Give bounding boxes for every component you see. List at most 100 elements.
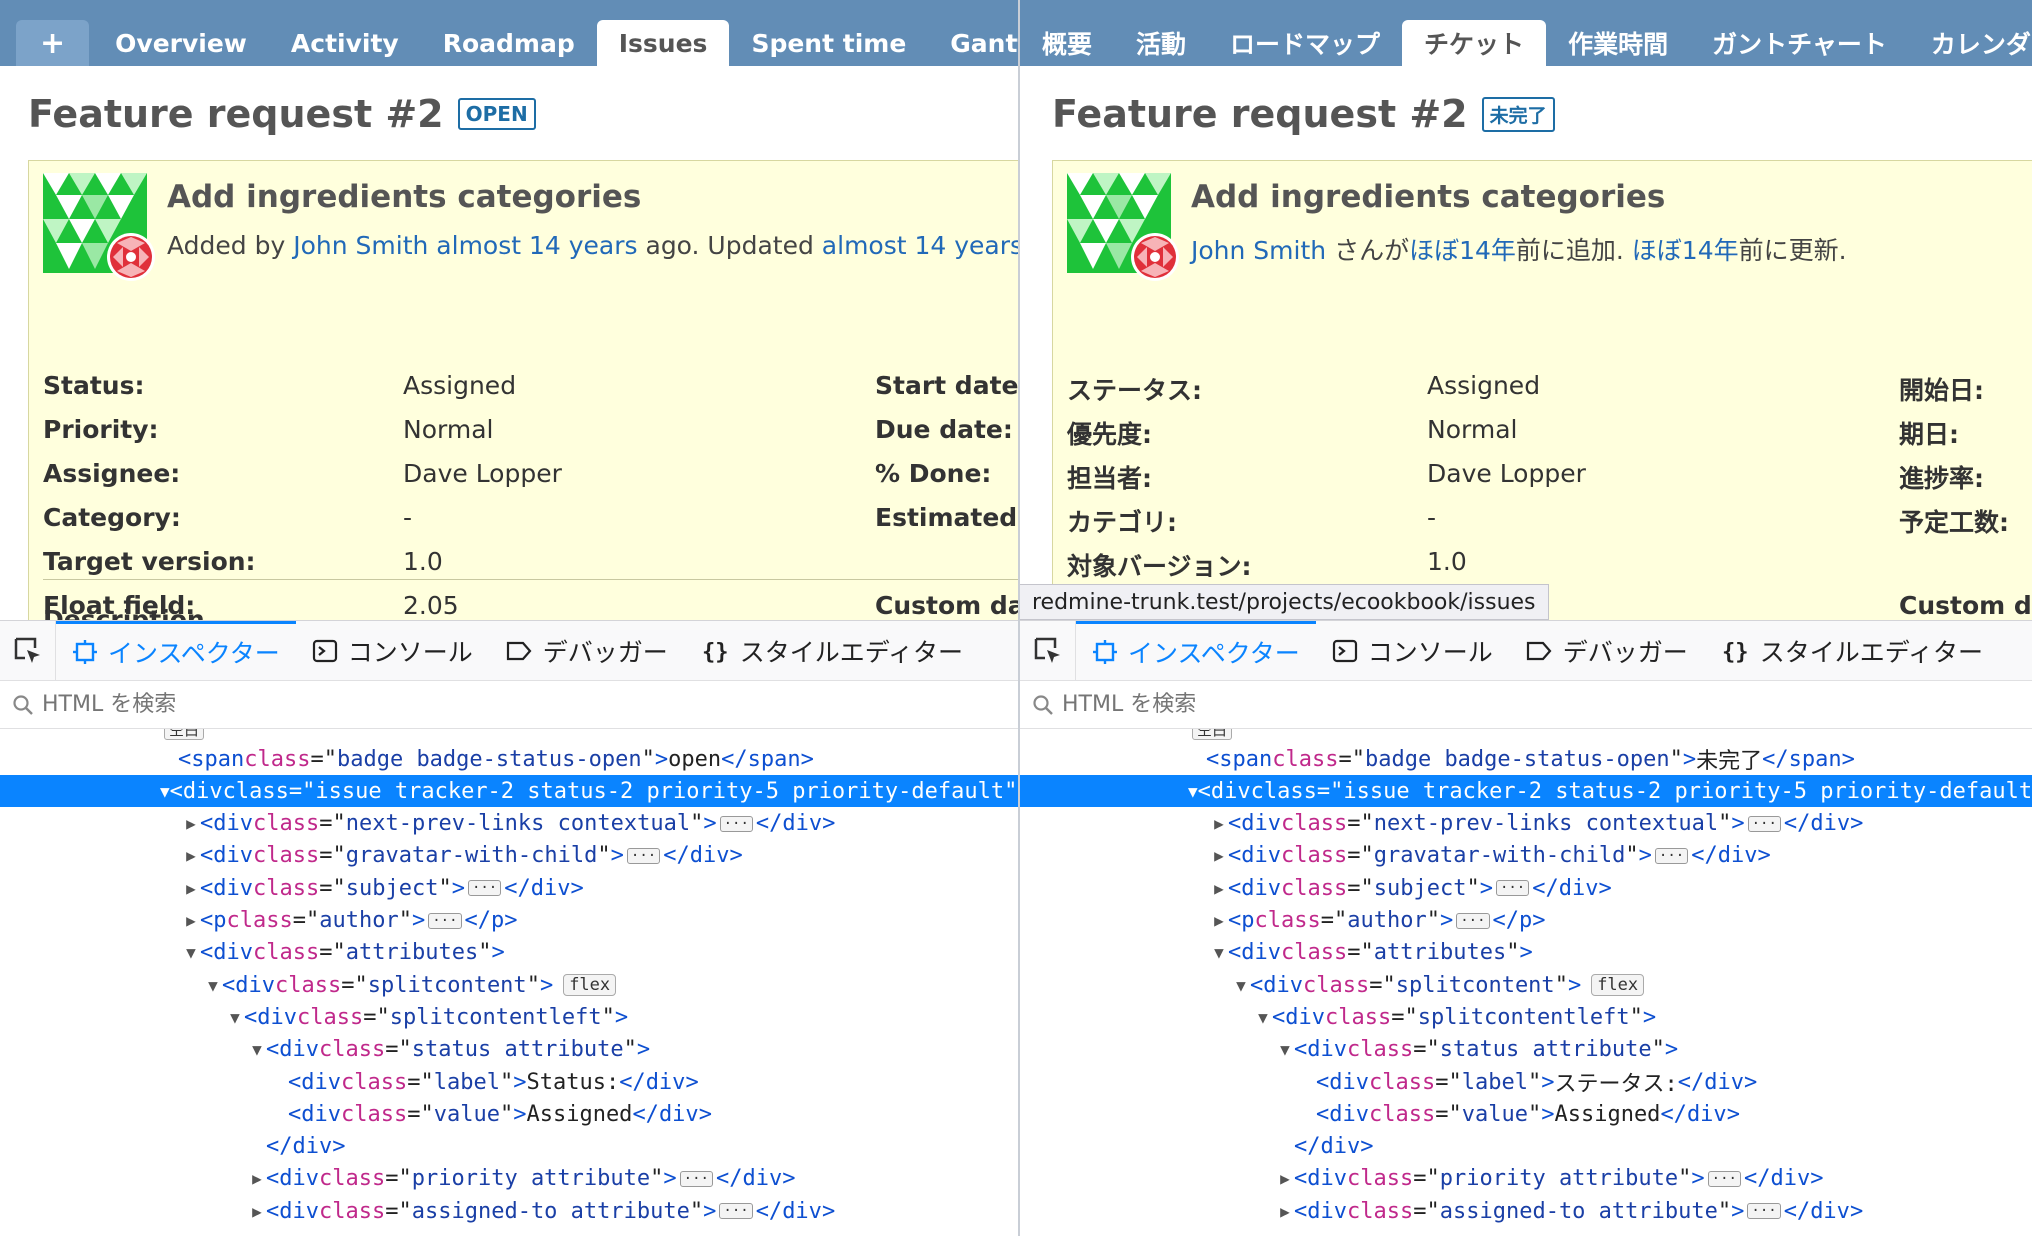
collapsed-content-icon[interactable]: ···	[428, 912, 462, 929]
html-search-input[interactable]	[42, 692, 542, 717]
expanded-twisty-icon[interactable]: ▼	[226, 1008, 244, 1027]
collapsed-twisty-icon[interactable]: ▶	[1210, 814, 1228, 833]
devtools-tab-console[interactable]: コンソール	[1316, 621, 1509, 681]
markup-node[interactable]: < div class =" value " > Assigned </div >	[0, 1098, 1018, 1130]
markup-node[interactable]: ▼ < div class =" splitcontent " > flex	[1020, 969, 2032, 1001]
devtools-tab-inspector[interactable]: インスペクター	[1076, 621, 1316, 681]
devtools-tab-debugger[interactable]: デバッガー	[1509, 621, 1704, 681]
element-picker-button[interactable]	[1020, 621, 1076, 681]
flex-badge[interactable]: flex	[1591, 974, 1645, 997]
attribute-value[interactable]: Dave Lopper	[1427, 459, 1586, 488]
markup-node[interactable]: ▶ < div class =" gravatar-with-child " > ··· </d…	[1020, 840, 2032, 872]
expanded-twisty-icon[interactable]: ▼	[204, 976, 222, 995]
tab-3[interactable]: チケット	[1402, 20, 1547, 66]
expanded-twisty-icon[interactable]: ▼	[1188, 782, 1198, 801]
collapsed-content-icon[interactable]: ···	[719, 1203, 753, 1220]
author-link[interactable]: John Smith	[293, 231, 428, 260]
collapsed-content-icon[interactable]: ···	[1456, 912, 1490, 929]
collapsed-twisty-icon[interactable]: ▶	[1276, 1169, 1294, 1188]
markup-node[interactable]: ▶ < div class =" priority attribute " > ··· </di…	[0, 1163, 1018, 1195]
markup-node[interactable]: < div class =" label " > Status: </div >	[0, 1066, 1018, 1098]
markup-node[interactable]: < div class =" label " > ステータス: </div >	[1020, 1066, 2032, 1098]
markup-node[interactable]: ▼ < div class =" issue tracker-2 status-2 pr…	[1020, 775, 2032, 808]
markup-node[interactable]: </div >	[0, 1131, 1018, 1163]
expanded-twisty-icon[interactable]: ▼	[160, 782, 170, 801]
collapsed-twisty-icon[interactable]: ▶	[182, 846, 200, 865]
markup-node[interactable]: < div class =" value " > Assigned </div >	[1020, 1098, 2032, 1130]
attribute-value[interactable]: 1.0	[1427, 547, 1467, 576]
tab-1[interactable]: 活動	[1114, 20, 1208, 66]
expanded-twisty-icon[interactable]: ▼	[1232, 976, 1250, 995]
tab-2[interactable]: Activity	[269, 20, 421, 66]
flex-badge[interactable]: flex	[563, 974, 617, 997]
tab-4[interactable]: 作業時間	[1546, 20, 1690, 66]
collapsed-twisty-icon[interactable]: ▶	[1210, 911, 1228, 930]
markup-node[interactable]: ▶ < p class =" author " > ··· </p >	[1020, 905, 2032, 937]
markup-node[interactable]: ▶ < div class =" assigned-to attribute " > ··· <…	[1020, 1195, 2032, 1227]
markup-node[interactable]: ▼ < div class =" status attribute " >	[1020, 1034, 2032, 1066]
markup-node[interactable]: < span class =" badge badge-status-open " > op…	[0, 743, 1018, 775]
collapsed-twisty-icon[interactable]: ▶	[248, 1169, 266, 1188]
collapsed-twisty-icon[interactable]: ▶	[1210, 846, 1228, 865]
tab-5[interactable]: ガントチャート	[1690, 20, 1909, 66]
markup-node[interactable]: ▼ < div class =" attributes " >	[1020, 937, 2032, 969]
collapsed-content-icon[interactable]: ···	[1654, 847, 1689, 864]
attribute-value[interactable]: Dave Lopper	[403, 459, 562, 488]
devtools-tab-console[interactable]: コンソール	[296, 621, 489, 681]
markup-node[interactable]: < span class =" badge badge-status-open " > 未完…	[1020, 743, 2032, 775]
markup-node[interactable]: ▶ < div class =" gravatar-with-child " > ··· </d…	[0, 840, 1018, 872]
markup-node[interactable]: ▶ < div class =" subject " > ··· </div >	[0, 872, 1018, 904]
markup-node[interactable]: ▼ < div class =" status attribute " >	[0, 1034, 1018, 1066]
added-time-link[interactable]: almost 14 years	[436, 231, 637, 260]
collapsed-content-icon[interactable]: ···	[1495, 880, 1530, 897]
markup-node[interactable]: ▶ < div class =" next-prev-links contextual "…	[1020, 808, 2032, 840]
collapsed-twisty-icon[interactable]: ▶	[1276, 1202, 1294, 1221]
collapsed-content-icon[interactable]: ···	[1747, 1203, 1781, 1220]
tab-5[interactable]: Spent time	[729, 20, 928, 66]
expanded-twisty-icon[interactable]: ▼	[1210, 943, 1228, 962]
collapsed-content-icon[interactable]: ···	[626, 847, 661, 864]
tab-4[interactable]: Issues	[596, 20, 730, 66]
collapsed-twisty-icon[interactable]: ▶	[1210, 879, 1228, 898]
devtools-tab-inspector[interactable]: インスペクター	[56, 621, 296, 681]
author-link[interactable]: John Smith	[1191, 236, 1326, 265]
markup-node[interactable]: </div >	[1020, 1131, 2032, 1163]
expanded-twisty-icon[interactable]: ▼	[1254, 1008, 1272, 1027]
markup-node[interactable]: ▶ < p class =" author " > ··· </p >	[0, 905, 1018, 937]
collapsed-content-icon[interactable]: ···	[1747, 815, 1781, 832]
markup-node[interactable]: ▶ < div class =" assigned-to attribute " > ··· <…	[0, 1195, 1018, 1227]
added-time-link[interactable]: ほぼ14年	[1409, 236, 1516, 265]
collapsed-twisty-icon[interactable]: ▶	[248, 1202, 266, 1221]
markup-node[interactable]: ▼ < div class =" splitcontentleft " >	[0, 1001, 1018, 1033]
expanded-twisty-icon[interactable]: ▼	[248, 1040, 266, 1059]
attribute-value[interactable]: 1.0	[403, 547, 443, 576]
collapsed-content-icon[interactable]: ···	[467, 880, 502, 897]
tab-2[interactable]: ロードマップ	[1208, 20, 1402, 66]
markup-node[interactable]: ▶ < div class =" next-prev-links contextual "…	[0, 808, 1018, 840]
markup-node[interactable]: ▶ < div class =" priority attribute " > ··· </di…	[1020, 1163, 2032, 1195]
markup-node[interactable]: ▼ < div class =" splitcontentleft " >	[1020, 1001, 2032, 1033]
collapsed-content-icon[interactable]: ···	[679, 1170, 713, 1187]
devtools-tab-style-editor[interactable]: {} スタイルエディター	[684, 621, 979, 681]
markup-node[interactable]: ▶ < div class =" subject " > ··· </div >	[1020, 872, 2032, 904]
devtools-tab-style-editor[interactable]: {} スタイルエディター	[1704, 621, 1999, 681]
markup-node[interactable]: ▼ < div class =" attributes " >	[0, 937, 1018, 969]
collapsed-twisty-icon[interactable]: ▶	[182, 879, 200, 898]
tab-6[interactable]: Gantt	[928, 20, 1018, 66]
markup-node[interactable]: ▼ < div class =" issue tracker-2 status-2 pr…	[0, 775, 1018, 808]
devtools-tab-debugger[interactable]: デバッガー	[489, 621, 684, 681]
expanded-twisty-icon[interactable]: ▼	[1276, 1040, 1294, 1059]
tab-0[interactable]: 概要	[1020, 20, 1114, 66]
element-picker-button[interactable]	[0, 621, 56, 681]
tab-1[interactable]: Overview	[93, 20, 269, 66]
expanded-twisty-icon[interactable]: ▼	[182, 943, 200, 962]
collapsed-content-icon[interactable]: ···	[1707, 1170, 1741, 1187]
tab-3[interactable]: Roadmap	[421, 20, 597, 66]
collapsed-twisty-icon[interactable]: ▶	[182, 814, 200, 833]
html-search-input[interactable]	[1062, 692, 1562, 717]
collapsed-twisty-icon[interactable]: ▶	[182, 911, 200, 930]
new-object-button[interactable]: +	[16, 20, 90, 66]
markup-node[interactable]: ▼ < div class =" splitcontent " > flex	[0, 969, 1018, 1001]
updated-time-link[interactable]: ほぼ14年	[1632, 236, 1739, 265]
collapsed-content-icon[interactable]: ···	[719, 815, 753, 832]
